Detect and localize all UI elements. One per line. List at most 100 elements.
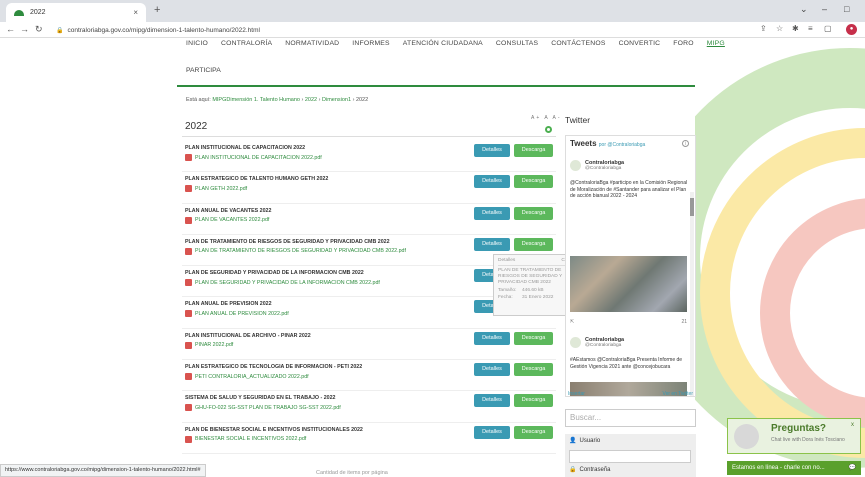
- document-file-link[interactable]: PLAN INSTITUCIONAL DE CAPACITACION 2022.…: [185, 154, 322, 161]
- document-row: PLAN INSTITUCIONAL DE CAPACITACION 2022 P…: [182, 141, 556, 173]
- twitter-embed-link[interactable]: Insertar: [568, 391, 585, 397]
- details-button[interactable]: Detalles: [474, 175, 510, 189]
- document-title: PLAN INSTITUCIONAL DE ARCHIVO - PINAR 20…: [185, 332, 311, 339]
- nav-item-inicio[interactable]: INICIO: [186, 40, 208, 47]
- breadcrumb-item[interactable]: 2022: [305, 97, 317, 103]
- download-button[interactable]: Descarga: [514, 237, 553, 251]
- document-file-link[interactable]: PLAN DE VACANTES 2022.pdf: [185, 216, 270, 224]
- breadcrumb-item[interactable]: Dimension1: [322, 97, 351, 103]
- download-button[interactable]: Descarga: [514, 144, 553, 157]
- details-button[interactable]: Detalles: [474, 206, 510, 220]
- browser-tab[interactable]: 2022 ×: [6, 3, 146, 22]
- twitter-view-link[interactable]: Ver en Twitter: [663, 391, 693, 397]
- document-file-name: PLAN DE TRATAMIENTO DE RIESGOS DE SEGURI…: [195, 248, 406, 255]
- tab-search-icon[interactable]: ⌄: [800, 4, 808, 15]
- avatar: [570, 337, 581, 348]
- chat-widget[interactable]: Preguntas? Chat live with Dora Inés Tosc…: [727, 418, 861, 454]
- tab-title: 2022: [30, 9, 46, 16]
- username-field[interactable]: [569, 450, 691, 463]
- nav-item-participa[interactable]: PARTICIPA: [186, 67, 221, 74]
- pdf-icon: [185, 404, 192, 412]
- document-file-link[interactable]: PETI CONTRALORIA_ACTUALIZADO 2022.pdf: [185, 373, 309, 381]
- bookmark-star-icon[interactable]: ☆: [776, 24, 783, 33]
- twitter-by-link[interactable]: por @Contraloriabga: [599, 142, 646, 148]
- details-button[interactable]: Detalles: [474, 237, 510, 251]
- nav-item-consultas[interactable]: CONSULTAS: [496, 40, 538, 47]
- details-button[interactable]: Detalles: [474, 363, 510, 377]
- document-file-link[interactable]: PLAN ANUAL DE PREVISION 2022.pdf: [185, 310, 289, 318]
- download-button[interactable]: Descarga: [514, 394, 553, 408]
- popover-date-value: 31 Enero 2022: [522, 295, 554, 300]
- tab-close-icon[interactable]: ×: [133, 8, 138, 17]
- info-icon[interactable]: i: [682, 140, 689, 147]
- new-tab-button[interactable]: +: [154, 4, 160, 16]
- breadcrumb-item[interactable]: MIPG: [212, 97, 226, 103]
- twitter-scrollbar-thumb[interactable]: [690, 198, 694, 216]
- tweet-text: @ContraloriaBga #participo en la Comisió…: [570, 180, 688, 199]
- nav-item-normatividad[interactable]: NORMATIVIDAD: [285, 40, 339, 47]
- reload-icon[interactable]: ↻: [35, 24, 43, 35]
- details-button[interactable]: Detalles: [474, 394, 510, 408]
- maximize-icon[interactable]: □: [844, 4, 849, 14]
- document-title: SISTEMA DE SALUD Y SEGURIDAD EN EL TRABA…: [185, 395, 336, 402]
- share-icon[interactable]: ⇪: [760, 24, 767, 33]
- page-content: INICIO CONTRALORÍA NORMATIVIDAD INFORMES…: [0, 38, 865, 477]
- username-label: 👤 Usuario: [569, 437, 601, 445]
- chat-bar-text: Estamos en línea - charle con no...: [732, 465, 825, 471]
- document-file-name: PLAN DE SEGURIDAD Y PRIVACIDAD DE LA INF…: [195, 279, 380, 286]
- download-button[interactable]: Descarga: [514, 363, 553, 377]
- nav-item-informes[interactable]: INFORMES: [352, 40, 389, 47]
- chat-subtitle: Chat live with Dora Inés Tosciano: [771, 437, 845, 443]
- details-button[interactable]: Detalles: [474, 331, 510, 345]
- popover-header: Detalles: [498, 258, 516, 263]
- twitter-scrollbar[interactable]: [690, 192, 694, 396]
- category-title: 2022: [185, 121, 208, 132]
- share-icon[interactable]: ⇱: [570, 319, 574, 325]
- nav-item-convertic[interactable]: CONVERTIC: [619, 40, 661, 47]
- sidebar-icon[interactable]: ▢: [824, 24, 832, 33]
- reading-list-icon[interactable]: ≡: [808, 24, 813, 33]
- url-field[interactable]: 🔒 contraloriabga.gov.co/mipg/dimension-1…: [56, 24, 696, 36]
- nav-item-contactenos[interactable]: CONTÁCTENOS: [551, 40, 605, 47]
- back-icon[interactable]: ←: [6, 24, 15, 34]
- minimize-icon[interactable]: –: [822, 4, 827, 14]
- chat-close-icon[interactable]: x: [851, 422, 854, 428]
- popover-title: PLAN DE TRATAMIENTO DE RIESGOS DE SEGURI…: [498, 268, 563, 285]
- popover-size-value: 446.60 kB: [522, 288, 544, 293]
- tweet-author[interactable]: Contraloriabga @Contraloriabga: [570, 337, 624, 349]
- breadcrumb-item[interactable]: Dimensión 1. Talento Humano: [226, 97, 300, 103]
- download-button[interactable]: Descarga: [514, 331, 553, 345]
- pdf-icon: [185, 154, 192, 161]
- download-button[interactable]: Descarga: [514, 206, 553, 220]
- download-button[interactable]: Descarga: [514, 425, 553, 439]
- download-button[interactable]: Descarga: [514, 175, 553, 189]
- document-file-name: PLAN DE VACANTES 2022.pdf: [195, 217, 270, 224]
- document-file-name: BIENESTAR SOCIAL E INCENTIVOS 2022.pdf: [195, 436, 307, 443]
- nav-item-atencion-ciudadana[interactable]: ATENCIÓN CIUDADANA: [403, 40, 483, 47]
- tweet-author[interactable]: Contraloriabga @Contraloriabga: [570, 160, 624, 172]
- nav-item-contraloria[interactable]: CONTRALORÍA: [221, 40, 272, 47]
- profile-avatar-icon[interactable]: ●: [846, 24, 857, 35]
- document-file-link[interactable]: GHU-FO-022 SG-SST PLAN DE TRABAJO SG-SST…: [185, 404, 341, 412]
- forward-icon[interactable]: →: [20, 24, 29, 34]
- twitter-section-title: Twitter: [565, 115, 591, 125]
- document-file-link[interactable]: BIENESTAR SOCIAL E INCENTIVOS 2022.pdf: [185, 435, 307, 443]
- details-button[interactable]: Detalles: [474, 144, 510, 157]
- document-file-name: PINAR 2022.pdf: [195, 342, 234, 349]
- nav-item-mipg[interactable]: MIPG: [707, 40, 725, 47]
- username-label-text: Usuario: [579, 437, 601, 444]
- document-title: PLAN ESTRATEGICO DE TECNOLOGIA DE INFORM…: [185, 364, 363, 371]
- document-file-link[interactable]: PLAN GETH 2022.pdf: [185, 185, 247, 193]
- document-file-link[interactable]: PLAN DE SEGURIDAD Y PRIVACIDAD DE LA INF…: [185, 279, 380, 287]
- extensions-icon[interactable]: ✱: [792, 24, 799, 33]
- document-file-link[interactable]: PINAR 2022.pdf: [185, 341, 234, 349]
- chat-bar[interactable]: Estamos en línea - charle con no... 💬: [727, 461, 861, 475]
- tweet-image[interactable]: [570, 256, 687, 312]
- tweet-actions: ⇱ 21: [570, 319, 687, 325]
- popover-date-label: Fecha:: [498, 295, 513, 300]
- document-file-link[interactable]: PLAN DE TRATAMIENTO DE RIESGOS DE SEGURI…: [185, 247, 406, 255]
- details-button[interactable]: Detalles: [474, 425, 510, 439]
- search-input[interactable]: Buscar...: [565, 409, 696, 427]
- status-bar-url: https://www.contraloriabga.gov.co/mipg/d…: [0, 464, 206, 477]
- nav-item-foro[interactable]: FORO: [673, 40, 693, 47]
